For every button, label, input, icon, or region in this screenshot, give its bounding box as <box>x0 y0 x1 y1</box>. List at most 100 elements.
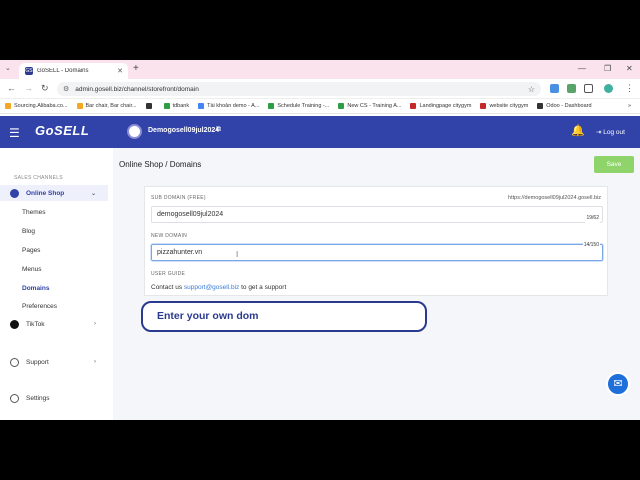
subdomain-value: demogosell09jul2024 <box>157 211 224 218</box>
bookmark-item[interactable]: Bar chair, Bar chair... <box>76 103 137 109</box>
bookmark-item[interactable]: New CS - Training A... <box>338 103 401 109</box>
bookmark-label: website citygym <box>489 103 529 109</box>
sidebar-item-label: Settings <box>26 394 50 402</box>
sidebar-item-tiktok[interactable]: TikTok › <box>0 316 108 332</box>
omnibox[interactable]: ⚙ admin.gosell.biz/channel/storefront/do… <box>57 82 541 96</box>
user-guide-label: USER GUIDE <box>151 271 186 277</box>
browser-menu-icon[interactable]: ⋮ <box>625 83 634 94</box>
bookmark-favicon-icon <box>163 103 170 109</box>
menu-toggle-icon[interactable]: ☰ <box>9 126 20 140</box>
minimize-icon[interactable]: — <box>578 64 586 73</box>
bookmark-label: Sourcing.Alibaba.co... <box>14 103 68 109</box>
url-text[interactable]: admin.gosell.biz/channel/storefront/doma… <box>75 86 528 93</box>
sidebar-subitem-domains[interactable]: Domains <box>0 280 108 296</box>
new-tab-button[interactable]: + <box>133 63 139 74</box>
support-icon <box>10 357 19 367</box>
tab-search-icon[interactable]: ⌄ <box>5 64 11 72</box>
sidebar-subitem-themes[interactable]: Themes <box>0 204 108 220</box>
forward-icon[interactable]: → <box>24 83 33 93</box>
browser-tab[interactable]: GS GoSELL - Domains ✕ <box>19 63 128 79</box>
sidebar-subitem-preferences[interactable]: Preferences <box>0 298 108 314</box>
bookmark-favicon-icon <box>537 103 544 109</box>
bookmark-item[interactable]: Tài khoản demo - A... <box>198 103 259 109</box>
bookmark-item[interactable] <box>145 103 155 109</box>
extension-icon[interactable] <box>567 84 576 93</box>
tab-favicon: GS <box>25 67 33 75</box>
sidebar: SALES CHANNELS Online Shop ⌄ Themes Blog P… <box>0 148 113 420</box>
screen: ⌄ GS GoSELL - Domains ✕ + — ❐ ✕ ← → ↻ ⚙ … <box>0 60 640 420</box>
messenger-chat-icon[interactable]: ✉ <box>606 372 630 396</box>
bookmarks-overflow-icon[interactable]: » <box>628 103 631 109</box>
external-link-icon[interactable]: ⧉ <box>216 126 221 134</box>
settings-icon <box>10 393 19 403</box>
sidebar-subitem-menus[interactable]: Menus <box>0 261 108 277</box>
bookmark-item[interactable]: Schedule Training -... <box>268 103 329 109</box>
address-bar-row: ← → ↻ ⚙ admin.gosell.biz/channel/storefr… <box>0 79 640 99</box>
support-text: Contact us support@gosell.biz to get a s… <box>151 284 286 291</box>
sidebar-subitem-blog[interactable]: Blog <box>0 223 108 239</box>
bookmark-label: New CS - Training A... <box>347 103 402 109</box>
bookmark-favicon-icon <box>5 103 11 109</box>
bookmark-label: Landingpage citygym <box>419 103 472 109</box>
app-header: ☰ GoSELL Demogosell09jul2024 ⧉ 🔔 ⇥ Log o… <box>0 116 640 148</box>
chevron-right-icon: › <box>94 359 96 365</box>
back-icon[interactable]: ← <box>7 83 16 93</box>
bookmark-favicon-icon <box>480 103 487 109</box>
bookmark-label: Odoo - Dashboard <box>546 103 592 109</box>
bookmark-label: Schedule Training -... <box>277 103 330 109</box>
tab-title: GoSELL - Domains <box>37 68 89 74</box>
bookmark-item[interactable]: tdbank <box>163 103 190 109</box>
bookmark-item[interactable]: Sourcing.Alibaba.co... <box>5 103 68 109</box>
extensions-puzzle-icon[interactable] <box>584 84 593 93</box>
main-content: Online Shop / Domains Save SUB DOMAIN (F… <box>113 148 640 420</box>
logout-label: Log out <box>603 129 625 136</box>
online-shop-icon <box>10 188 19 198</box>
gosell-logo[interactable]: GoSELL <box>35 123 89 138</box>
bookmark-favicon-icon <box>76 103 83 109</box>
tiktok-icon <box>10 319 19 329</box>
support-suffix: to get a support <box>239 284 287 291</box>
text-cursor-icon: I <box>236 250 239 259</box>
sidebar-subitem-pages[interactable]: Pages <box>0 242 108 258</box>
bookmark-favicon-icon <box>198 103 205 109</box>
subdomain-counter: 19/62 <box>585 211 600 226</box>
sidebar-item-label: TikTok <box>26 320 45 328</box>
support-prefix: Contact us <box>151 284 184 291</box>
bookmark-label: tdbank <box>172 103 190 109</box>
maximize-icon[interactable]: ❐ <box>604 64 611 73</box>
new-domain-input[interactable]: pizzahunter.vn 14/150 I <box>151 238 603 261</box>
bookmark-favicon-icon <box>338 103 345 109</box>
bookmark-favicon-icon <box>145 103 152 109</box>
bookmark-item[interactable]: website citygym <box>480 103 528 109</box>
subdomain-url-hint: https://demogosell09jul2024.gosell.biz <box>508 195 601 201</box>
bookmark-item[interactable]: Odoo - Dashboard <box>537 103 592 109</box>
new-domain-value: pizzahunter.vn <box>157 249 203 256</box>
close-window-icon[interactable]: ✕ <box>626 64 633 73</box>
subdomain-input[interactable]: demogosell09jul2024 19/62 <box>151 206 603 226</box>
extension-icon[interactable] <box>550 84 559 93</box>
browser-tabstrip: ⌄ GS GoSELL - Domains ✕ + — ❐ ✕ <box>0 60 640 79</box>
sidebar-item-online-shop[interactable]: Online Shop ⌄ <box>0 185 108 201</box>
tab-close-icon[interactable]: ✕ <box>117 67 123 75</box>
bookmark-label: Bar chair, Bar chair... <box>85 103 137 109</box>
logout-button[interactable]: ⇥ Log out <box>596 128 625 136</box>
save-button[interactable]: Save <box>594 156 634 173</box>
sidebar-item-label: Support <box>26 358 49 366</box>
bookmark-item[interactable]: Landingpage citygym <box>410 103 471 109</box>
new-domain-counter: 14/150 <box>582 238 600 253</box>
site-info-icon[interactable]: ⚙ <box>63 85 69 93</box>
bookmark-star-icon[interactable]: ☆ <box>528 85 535 94</box>
domain-card: SUB DOMAIN (FREE) https://demogosell09ju… <box>144 186 608 296</box>
support-email-link[interactable]: support@gosell.biz <box>184 284 239 291</box>
notification-bell-icon[interactable]: 🔔 <box>571 124 585 137</box>
sidebar-item-label: Online Shop <box>26 189 65 197</box>
bookmarks-bar: Sourcing.Alibaba.co... Bar chair, Bar cha… <box>0 99 640 114</box>
chevron-down-icon: ⌄ <box>90 190 96 197</box>
sidebar-item-settings[interactable]: Settings <box>0 390 108 406</box>
reload-icon[interactable]: ↻ <box>41 83 49 94</box>
bookmark-favicon-icon <box>268 103 275 109</box>
sidebar-section-label: SALES CHANNELS <box>14 175 63 181</box>
sidebar-item-support[interactable]: Support › <box>0 354 108 370</box>
store-name[interactable]: Demogosell09jul2024 <box>148 127 219 134</box>
profile-avatar[interactable] <box>604 84 613 93</box>
